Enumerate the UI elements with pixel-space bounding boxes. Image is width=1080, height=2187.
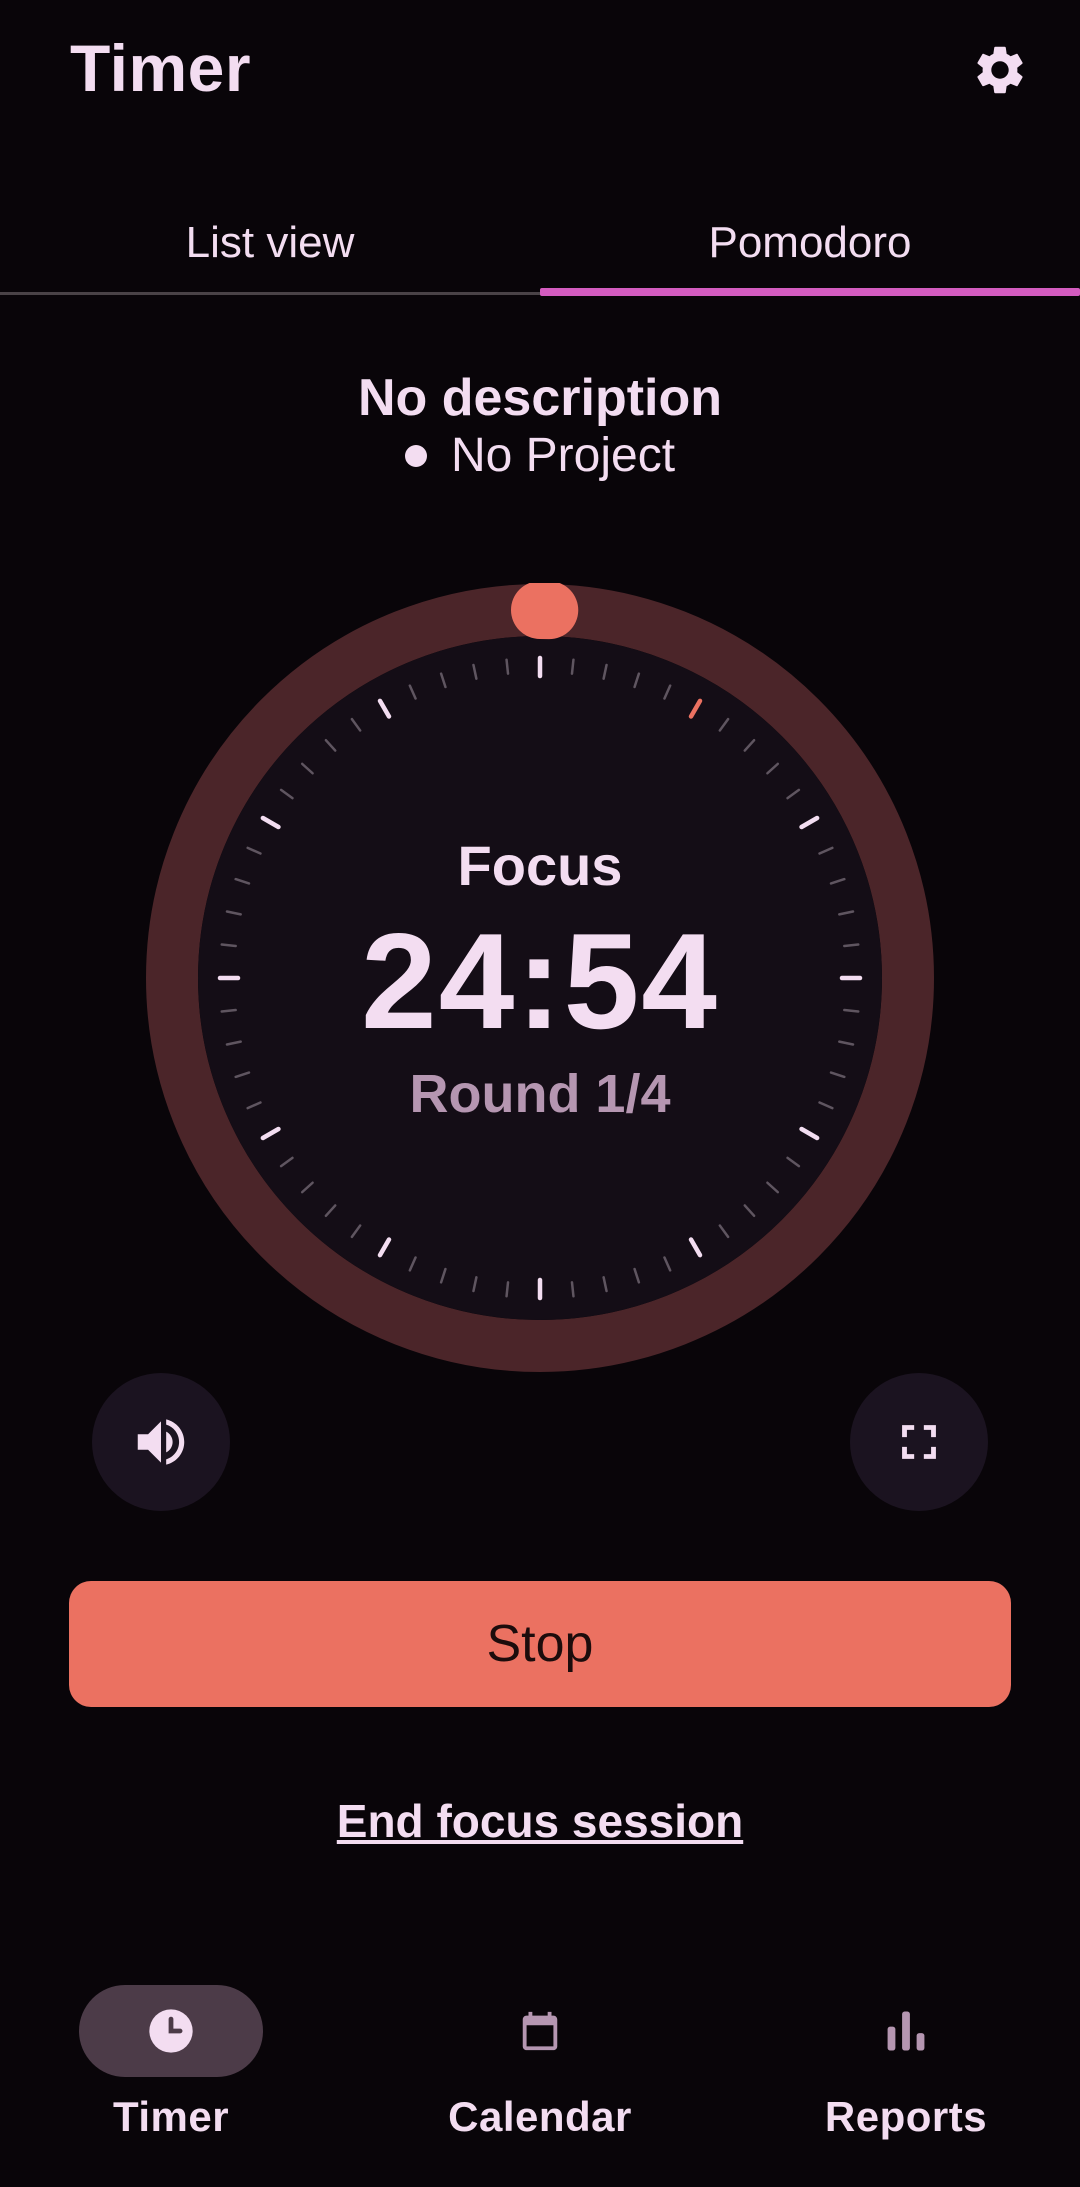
gear-icon bbox=[977, 46, 1023, 94]
nav-pill bbox=[79, 1985, 263, 2077]
tab-pomodoro[interactable]: Pomodoro bbox=[540, 190, 1080, 296]
volume-button[interactable] bbox=[92, 1373, 230, 1511]
view-tabs: List view Pomodoro bbox=[0, 190, 1080, 296]
timer-remaining: 24:54 bbox=[361, 905, 719, 1057]
nav-label: Reports bbox=[824, 2093, 988, 2140]
fullscreen-icon bbox=[902, 1425, 936, 1459]
project-selector[interactable]: No Project bbox=[0, 428, 1080, 483]
tab-indicator bbox=[540, 288, 1080, 296]
dial-tick-minor bbox=[570, 1281, 575, 1298]
project-color-dot bbox=[404, 444, 427, 467]
tab-list-view[interactable]: List view bbox=[0, 190, 540, 296]
page-title: Timer bbox=[70, 31, 252, 105]
dial-tick-minor bbox=[505, 658, 510, 675]
entry-description[interactable]: No description bbox=[0, 368, 1080, 428]
stop-button[interactable]: Stop bbox=[69, 1581, 1011, 1707]
tab-label: List view bbox=[185, 218, 355, 267]
timer-phase: Focus bbox=[457, 834, 623, 897]
volume-icon bbox=[137, 1419, 185, 1465]
dial-tick-minor bbox=[505, 1281, 510, 1298]
timer-app: Timer List view Pomodoro No description … bbox=[0, 0, 1080, 2187]
timer-round: Round 1/4 bbox=[409, 1064, 671, 1124]
end-focus-session-link[interactable]: End focus session bbox=[0, 1794, 1080, 1848]
dial-tick-minor bbox=[570, 658, 575, 675]
nav-item-timer[interactable]: Timer bbox=[41, 1985, 301, 2175]
pomodoro-dial: Focus 24:54 Round 1/4 bbox=[145, 583, 935, 1373]
settings-button[interactable] bbox=[965, 35, 1035, 105]
nav-item-reports[interactable]: Reports bbox=[776, 1985, 1036, 2175]
nav-pill bbox=[448, 1985, 632, 2077]
nav-pill bbox=[814, 1985, 998, 2077]
clock-icon bbox=[149, 2009, 193, 2053]
nav-label: Calendar bbox=[448, 2093, 632, 2140]
project-name: No Project bbox=[450, 429, 676, 482]
nav-item-calendar[interactable]: Calendar bbox=[410, 1985, 670, 2175]
tab-label: Pomodoro bbox=[708, 218, 912, 267]
bar-chart-icon bbox=[887, 2011, 925, 2051]
bottom-navigation: Timer Calendar Reports bbox=[0, 1960, 1080, 2187]
nav-label: Timer bbox=[112, 2093, 230, 2140]
calendar-icon bbox=[522, 2011, 558, 2051]
fullscreen-button[interactable] bbox=[850, 1373, 988, 1511]
